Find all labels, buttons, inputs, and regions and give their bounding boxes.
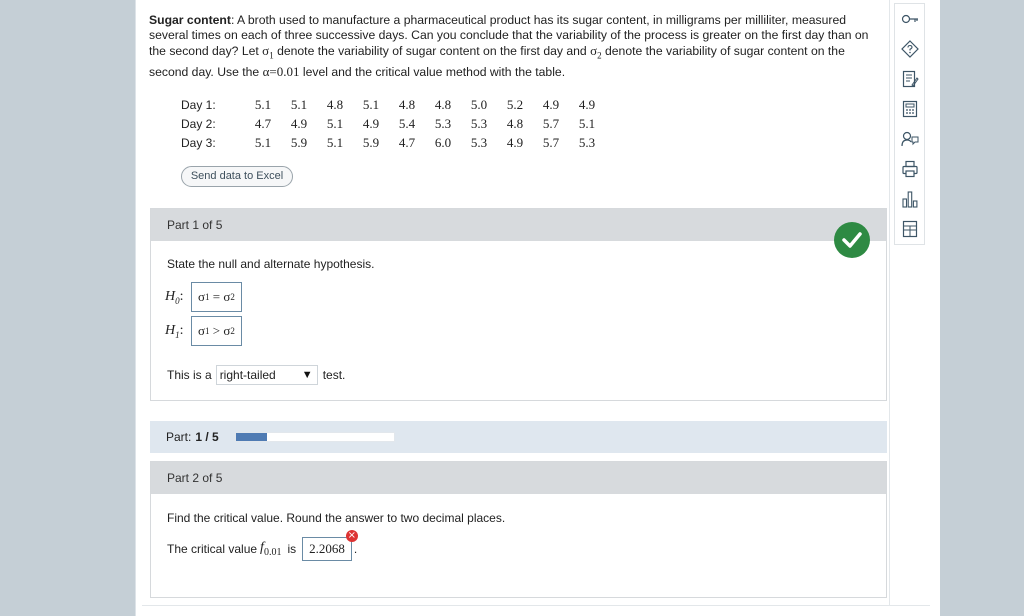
null-hypothesis-row: H0: σ1 = σ2 (165, 282, 242, 312)
table-cell: 5.1 (290, 96, 308, 112)
table-icon[interactable] (900, 219, 920, 239)
table-cell: 5.1 (254, 96, 272, 112)
bottom-divider (142, 605, 930, 606)
sigma-2: σ2 (590, 43, 602, 61)
part-2-card: Part 2 of 5 Find the critical value. Rou… (150, 461, 887, 598)
f-symbol: f0.01 (260, 540, 282, 558)
table-cell: 5.9 (290, 134, 308, 150)
day-label: Day 1: (181, 97, 216, 112)
notepad-icon[interactable] (900, 69, 920, 89)
part-1-instruction: State the null and alternate hypothesis. (167, 257, 375, 271)
send-to-excel-button[interactable]: Send data to Excel (181, 166, 293, 187)
dropdown-arrow-icon: ▼ (301, 369, 313, 381)
alpha-level: α=0.01 (262, 63, 300, 79)
chart-icon[interactable] (900, 189, 920, 209)
h1-label: H1: (165, 322, 184, 340)
part-2-instruction: Find the critical value. Round the answe… (167, 511, 506, 525)
table-row: Day 3: 5.1 5.9 5.1 5.9 4.7 6.0 5.3 4.9 5.7 5.3 (181, 133, 605, 152)
correct-checkmark-icon (834, 222, 870, 258)
progress-track (234, 432, 395, 442)
table-cell: 4.9 (578, 96, 596, 112)
table-cell: 4.8 (326, 96, 344, 112)
table-cell: 5.9 (362, 134, 380, 150)
test-type-select[interactable]: right-tailed ▼ (215, 365, 318, 385)
table-row: Day 1: 5.1 5.1 4.8 5.1 4.8 4.8 5.0 5.2 4.9 4.9 (181, 95, 605, 114)
calculator-icon[interactable] (900, 99, 920, 119)
table-cell: 5.2 (506, 96, 524, 112)
table-cell: 4.7 (398, 134, 416, 150)
table-cell: 4.9 (362, 115, 380, 131)
part-1-header: Part 1 of 5 (151, 209, 886, 241)
table-cell: 5.7 (542, 134, 560, 150)
sidebar-divider (889, 0, 890, 606)
table-cell: 5.4 (398, 115, 416, 131)
problem-title: Sugar content (149, 13, 231, 27)
sigma-1: σ1 (262, 43, 274, 61)
table-cell: 4.8 (434, 96, 452, 112)
problem-statement: Sugar content: A broth used to manufactu… (149, 13, 869, 79)
h0-label: H0: (165, 288, 184, 306)
alternate-hypothesis-input[interactable]: σ1 > σ2 (191, 316, 242, 346)
part-2-header: Part 2 of 5 (151, 462, 886, 494)
table-cell: 5.1 (254, 134, 272, 150)
table-cell: 4.9 (542, 96, 560, 112)
question-help-icon[interactable] (900, 39, 920, 59)
data-table: Day 1: 5.1 5.1 4.8 5.1 4.8 4.8 5.0 5.2 4.9 4.9 Day … (181, 95, 605, 152)
table-cell: 5.0 (470, 96, 488, 112)
part-1-card: Part 1 of 5 State the null and alternate… (150, 208, 887, 401)
tool-sidebar (894, 3, 925, 245)
table-cell: 6.0 (434, 134, 452, 150)
day-label: Day 2: (181, 116, 216, 131)
table-cell: 5.1 (326, 115, 344, 131)
table-cell: 5.3 (470, 115, 488, 131)
table-cell: 4.7 (254, 115, 272, 131)
tutor-icon[interactable] (900, 129, 920, 149)
table-cell: 5.3 (470, 134, 488, 150)
day-label: Day 3: (181, 135, 216, 150)
part-progress: Part: 1 / 5 (150, 421, 887, 453)
table-cell: 5.1 (326, 134, 344, 150)
key-icon[interactable] (900, 9, 920, 29)
critical-value-row: The critical value f0.01 is 2.2068 × . (167, 530, 358, 561)
table-cell: 4.9 (506, 134, 524, 150)
progress-fill (235, 433, 268, 441)
print-icon[interactable] (900, 159, 920, 179)
null-hypothesis-input[interactable]: σ1 = σ2 (191, 282, 242, 312)
test-type-row: This is a right-tailed ▼ test. (167, 365, 345, 385)
table-cell: 5.7 (542, 115, 560, 131)
table-cell: 4.8 (398, 96, 416, 112)
table-cell: 5.1 (578, 115, 596, 131)
table-cell: 5.3 (578, 134, 596, 150)
table-row: Day 2: 4.7 4.9 5.1 4.9 5.4 5.3 5.3 4.8 5.7 5.1 (181, 114, 605, 133)
table-cell: 5.1 (362, 96, 380, 112)
error-x-icon: × (345, 530, 358, 542)
table-cell: 5.3 (434, 115, 452, 131)
alternate-hypothesis-row: H1: σ1 > σ2 (165, 316, 242, 346)
critical-value-input[interactable]: 2.2068 × (302, 530, 358, 561)
table-cell: 4.8 (506, 115, 524, 131)
table-cell: 4.9 (290, 115, 308, 131)
